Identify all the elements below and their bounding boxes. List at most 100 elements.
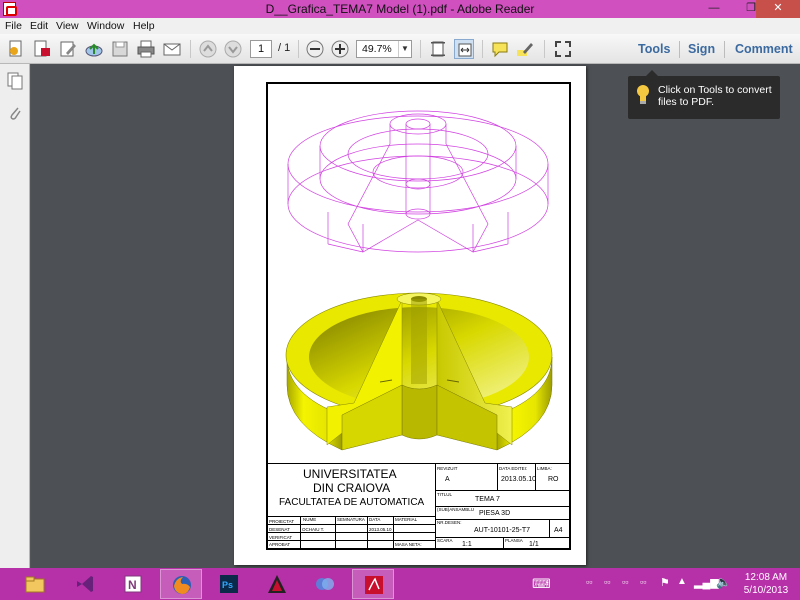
previous-page-icon[interactable]	[198, 39, 218, 59]
tray-icon-4[interactable]: ▫▫	[640, 577, 646, 587]
subansamblu-label: (SUB)ANSAMBLU	[437, 507, 475, 512]
tray-icon-1[interactable]: ▫▫	[586, 577, 592, 587]
chevron-up-icon[interactable]: ▲	[677, 576, 687, 587]
tools-button[interactable]: Tools	[638, 42, 670, 56]
menu-edit[interactable]: Edit	[30, 20, 48, 32]
signal-icon[interactable]: ▂▄▆	[694, 576, 719, 589]
scara-value: 1:1	[462, 541, 472, 548]
navigation-panel	[0, 64, 30, 568]
save-icon[interactable]	[110, 39, 130, 59]
next-page-icon[interactable]	[223, 39, 243, 59]
taskbar-photoshop[interactable]: Ps	[208, 569, 250, 599]
fullscreen-icon[interactable]	[553, 39, 573, 59]
revizuit-value: A	[445, 476, 450, 483]
taskbar-onenote[interactable]: N	[112, 569, 154, 599]
nr-desen-value: AUT-10101-25-T7	[474, 527, 531, 534]
plansa-label: PLANSA	[505, 538, 523, 543]
onenote-icon: N	[124, 575, 142, 593]
scara-label: SCARA	[437, 538, 453, 543]
sign-button[interactable]: Sign	[688, 42, 715, 56]
subansamblu-value: PIESA 3D	[479, 510, 511, 517]
visual-studio-icon	[77, 576, 93, 592]
minimize-button[interactable]: —	[700, 0, 728, 18]
title-block: UNIVERSITATEA DIN CRAIOVA FACULTATEA DE …	[267, 463, 570, 549]
data-editie-label: DATA EDITEI:	[499, 466, 528, 471]
window-titlebar: D__Grafica_TEMA7 Model (1).pdf - Adobe R…	[0, 0, 800, 18]
network-icon	[316, 578, 334, 590]
toolbar: 1 / 1 49.7% ▼ Tools Sign Comment	[0, 34, 800, 64]
taskbar-firefox[interactable]	[160, 569, 202, 599]
window-title: D__Grafica_TEMA7 Model (1).pdf - Adobe R…	[265, 2, 535, 16]
keyboard-icon[interactable]: ⌨	[532, 576, 551, 592]
col-data: DATA	[369, 517, 381, 522]
svg-text:N: N	[128, 578, 137, 592]
row-verificat: VERIFICAT	[269, 535, 293, 540]
tray-icon-2[interactable]: ▫▫	[604, 577, 610, 587]
tray-icon-3[interactable]: ▫▫	[622, 577, 628, 587]
attachments-icon[interactable]	[7, 104, 23, 122]
row-desenat: DESENAT	[269, 527, 290, 532]
autocad-icon	[268, 575, 286, 593]
close-button[interactable]: ✕	[756, 0, 800, 18]
clock-date: 5/10/2013	[743, 585, 789, 596]
tools-tooltip[interactable]: Click on Tools to convert files to PDF.	[628, 70, 780, 119]
clock-time: 12:08 AM	[744, 572, 788, 583]
menu-help[interactable]: Help	[133, 20, 155, 32]
page-thumbnails-icon[interactable]	[7, 72, 23, 90]
system-clock[interactable]: 12:08 AM 5/10/2013	[736, 571, 796, 597]
col-semnatura: SEMNATURA	[337, 517, 365, 522]
fit-width-icon[interactable]	[454, 39, 474, 59]
speaker-icon[interactable]: 🔈	[716, 575, 731, 589]
format-value: A4	[554, 527, 563, 534]
col-material: MATERIAL	[395, 517, 418, 522]
data-editie-value: 2013.05.10	[501, 476, 537, 483]
highlight-icon[interactable]	[515, 39, 535, 59]
col-nume: NUME	[303, 517, 317, 522]
menu-file[interactable]: File	[5, 20, 22, 32]
taskbar-file-explorer[interactable]	[14, 569, 56, 599]
university-line-1: UNIVERSITATEA	[303, 467, 397, 481]
university-line-2: DIN CRAIOVA	[313, 481, 391, 495]
open-pdf-icon[interactable]	[32, 39, 52, 59]
email-icon[interactable]	[162, 39, 182, 59]
taskbar-adobe-reader[interactable]	[352, 569, 394, 599]
taskbar-visual-studio[interactable]	[64, 569, 106, 599]
titlu-label: TITLUL	[437, 492, 453, 497]
comment-bubble-icon[interactable]	[490, 39, 510, 59]
zoom-out-icon[interactable]	[305, 39, 325, 59]
comment-button[interactable]: Comment	[735, 42, 793, 56]
menu-view[interactable]: View	[56, 20, 79, 32]
row-proiectat: PROIECTAT	[269, 519, 295, 524]
svg-text:Ps: Ps	[222, 580, 233, 590]
flag-icon[interactable]: ⚑	[660, 576, 670, 589]
tooltip-text: Click on Tools to convert files to PDF.	[658, 84, 772, 108]
photoshop-icon: Ps	[220, 575, 238, 593]
taskbar-network-app[interactable]	[304, 569, 346, 599]
desenat-nume: OCHAIU T.	[302, 527, 325, 532]
page-total: / 1	[278, 42, 291, 54]
titlu-value: TEMA 7	[475, 496, 500, 503]
desenat-data: 2013.05.10	[369, 527, 392, 532]
limba-value: RO	[548, 476, 559, 483]
page-number-input[interactable]: 1	[250, 40, 272, 58]
taskbar-autocad[interactable]	[256, 569, 298, 599]
print-icon[interactable]	[136, 39, 156, 59]
plansa-value: 1/1	[529, 541, 539, 548]
row-aprobat: APROBAT	[269, 542, 291, 547]
create-pdf-icon[interactable]	[6, 39, 26, 59]
wireframe-drawing	[287, 110, 549, 253]
faculty-name: FACULTATEA DE AUTOMATICA	[279, 497, 425, 508]
menu-bar: File Edit View Window Help	[0, 18, 800, 34]
edit-document-icon[interactable]	[58, 39, 78, 59]
chevron-down-icon[interactable]: ▼	[398, 41, 411, 57]
limba-label: LIMBA:	[537, 466, 552, 471]
upload-cloud-icon[interactable]	[84, 39, 104, 59]
folder-icon	[25, 576, 45, 593]
zoom-select[interactable]: 49.7% ▼	[356, 40, 412, 58]
menu-window[interactable]: Window	[87, 20, 124, 32]
solid-3d-render	[285, 292, 553, 451]
nr-desen-label: NR.DESEN:	[437, 520, 462, 525]
masa-neta: MASA NETA:	[395, 542, 422, 547]
zoom-in-icon[interactable]	[330, 39, 350, 59]
fit-page-icon[interactable]	[428, 39, 448, 59]
